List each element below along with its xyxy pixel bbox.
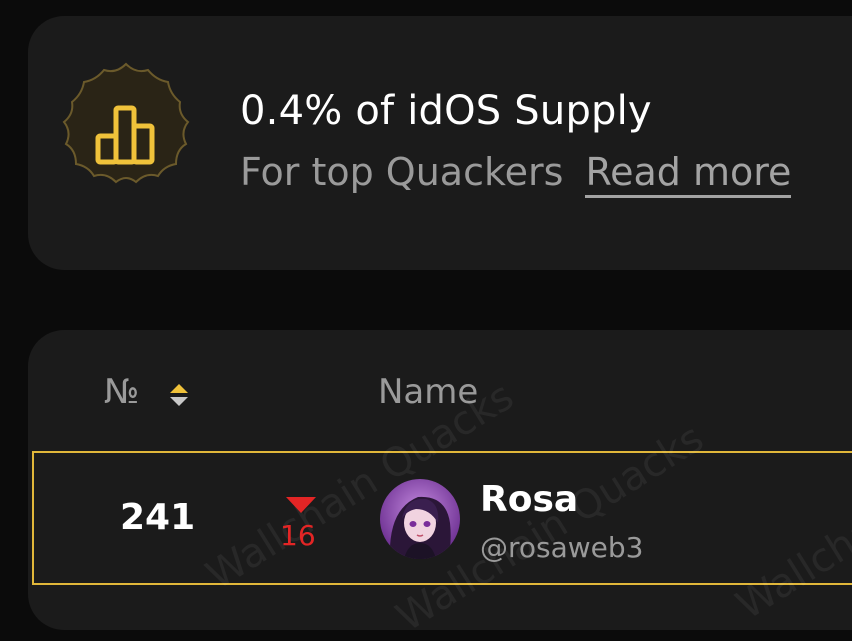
read-more-link[interactable]: Read more bbox=[585, 150, 792, 198]
user-display-name: Rosa bbox=[480, 479, 579, 520]
rank-change-value: 16 bbox=[280, 519, 316, 552]
column-header-number: № bbox=[104, 372, 140, 412]
avatar-image bbox=[380, 479, 460, 559]
sort-icon[interactable] bbox=[168, 382, 190, 408]
supply-title: 0.4% of idOS Supply bbox=[240, 88, 652, 134]
bar-chart-badge-icon bbox=[62, 62, 190, 184]
rank-down-arrow-icon bbox=[286, 497, 316, 513]
supply-subtitle: For top Quackers Read more bbox=[240, 150, 792, 198]
avatar[interactable] bbox=[380, 479, 460, 559]
user-handle: @rosaweb3 bbox=[480, 531, 644, 564]
supply-subtitle-text: For top Quackers bbox=[240, 150, 564, 194]
column-header-name: Name bbox=[378, 372, 479, 412]
table-row-highlighted[interactable]: Wallchain Quacks Wallchain Quacks Wallch… bbox=[32, 373, 852, 641]
rank-number: 241 bbox=[120, 497, 196, 538]
